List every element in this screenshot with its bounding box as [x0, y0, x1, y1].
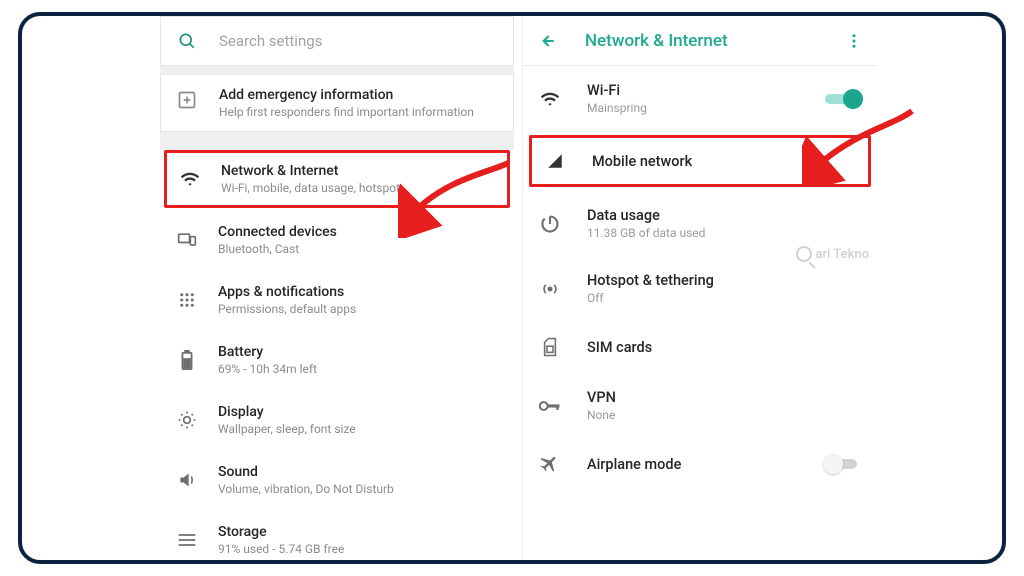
- setting-sub: Wallpaper, sleep, font size: [218, 422, 498, 436]
- search-placeholder: Search settings: [219, 32, 322, 50]
- setting-title: Storage: [218, 524, 498, 540]
- net-hotspot[interactable]: Hotspot & tethering Off: [523, 256, 877, 321]
- setting-apps-notifications[interactable]: Apps & notifications Permissions, defaul…: [160, 270, 514, 330]
- setting-sub: 69% - 10h 34m left: [218, 362, 498, 376]
- battery-icon: [176, 350, 198, 370]
- row-title: Hotspot & tethering: [587, 272, 861, 289]
- net-wifi[interactable]: Wi-Fi Mainspring: [523, 66, 877, 131]
- setting-sub: Wi-Fi, mobile, data usage, hotspot: [221, 181, 495, 195]
- net-sim-cards[interactable]: SIM cards: [523, 321, 877, 373]
- brightness-icon: [176, 410, 198, 430]
- wifi-toggle[interactable]: [825, 89, 861, 109]
- wifi-icon: [179, 169, 201, 189]
- row-title: Mobile network: [592, 153, 856, 170]
- apps-icon: [176, 291, 198, 309]
- setting-network-internet[interactable]: Network & Internet Wi-Fi, mobile, data u…: [164, 150, 510, 208]
- search-bar[interactable]: Search settings: [160, 16, 514, 66]
- row-sub: Mainspring: [587, 101, 825, 115]
- row-sub: 11.38 GB of data used: [587, 226, 861, 240]
- setting-sub: Permissions, default apps: [218, 302, 498, 316]
- row-title: Wi-Fi: [587, 82, 825, 99]
- row-title: Airplane mode: [587, 456, 825, 473]
- setting-title: Connected devices: [218, 224, 498, 240]
- emergency-info-card[interactable]: Add emergency information Help first res…: [160, 74, 514, 132]
- airplane-toggle[interactable]: [825, 454, 861, 474]
- setting-display[interactable]: Display Wallpaper, sleep, font size: [160, 390, 514, 450]
- setting-title: Apps & notifications: [218, 284, 498, 300]
- setting-connected-devices[interactable]: Connected devices Bluetooth, Cast: [160, 210, 514, 270]
- network-header: Network & Internet: [523, 16, 877, 66]
- row-title: SIM cards: [587, 339, 861, 356]
- emergency-title: Add emergency information: [219, 87, 474, 103]
- row-sub: Off: [587, 291, 861, 305]
- row-title: VPN: [587, 389, 861, 406]
- airplane-icon: [539, 454, 561, 474]
- more-vert-icon[interactable]: [845, 32, 863, 50]
- storage-icon: [176, 531, 198, 549]
- plus-box-icon: [177, 90, 199, 110]
- vpn-key-icon: [539, 399, 561, 413]
- settings-panel: Search settings Add emergency informatio…: [160, 16, 514, 560]
- sim-icon: [539, 337, 561, 357]
- setting-storage[interactable]: Storage 91% used - 5.74 GB free: [160, 510, 514, 560]
- setting-sub: Bluetooth, Cast: [218, 242, 498, 256]
- row-sub: None: [587, 408, 861, 422]
- back-arrow-icon[interactable]: [537, 31, 559, 51]
- net-data-usage[interactable]: Data usage 11.38 GB of data used: [523, 191, 877, 256]
- setting-title: Display: [218, 404, 498, 420]
- net-vpn[interactable]: VPN None: [523, 373, 877, 438]
- setting-title: Network & Internet: [221, 163, 495, 179]
- setting-title: Battery: [218, 344, 498, 360]
- setting-title: Sound: [218, 464, 498, 480]
- speaker-icon: [176, 470, 198, 490]
- settings-list: Network & Internet Wi-Fi, mobile, data u…: [160, 150, 514, 560]
- header-title: Network & Internet: [585, 31, 845, 51]
- search-icon: [177, 31, 199, 51]
- emergency-sub: Help first responders find important inf…: [219, 105, 474, 119]
- devices-icon: [176, 230, 198, 250]
- setting-sound[interactable]: Sound Volume, vibration, Do Not Disturb: [160, 450, 514, 510]
- hotspot-icon: [539, 279, 561, 299]
- setting-battery[interactable]: Battery 69% - 10h 34m left: [160, 330, 514, 390]
- network-panel: Network & Internet Wi-Fi Mainspring: [522, 16, 877, 560]
- row-title: Data usage: [587, 207, 861, 224]
- wifi-icon: [539, 89, 561, 109]
- net-mobile-network[interactable]: Mobile network: [529, 135, 871, 187]
- setting-sub: Volume, vibration, Do Not Disturb: [218, 482, 498, 496]
- net-airplane-mode[interactable]: Airplane mode: [523, 438, 877, 490]
- data-usage-icon: [539, 214, 561, 234]
- signal-icon: [544, 152, 566, 170]
- setting-sub: 91% used - 5.74 GB free: [218, 542, 498, 556]
